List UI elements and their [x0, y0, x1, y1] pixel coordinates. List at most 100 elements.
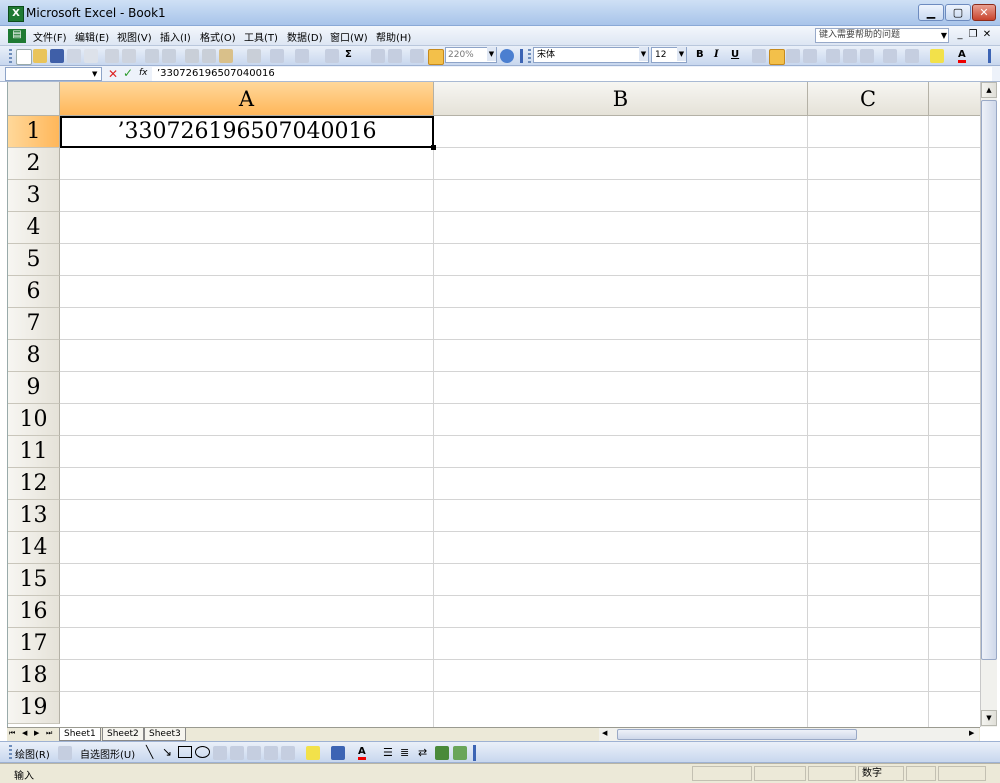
scroll-up-icon[interactable]: ▲: [981, 82, 997, 98]
name-box[interactable]: [5, 67, 102, 81]
zoom-dropdown-icon[interactable]: ▼: [487, 47, 496, 61]
formula-input[interactable]: ’330726196507040016: [152, 67, 992, 81]
menu-file[interactable]: 文件(F): [33, 29, 67, 44]
menu-insert[interactable]: 插入(I): [160, 29, 191, 44]
3d-style-icon[interactable]: [453, 746, 467, 760]
merge-center-icon[interactable]: [803, 49, 817, 63]
permission-icon[interactable]: [67, 49, 81, 63]
column-header-a[interactable]: A: [60, 82, 434, 116]
help-search-input[interactable]: 键入需要帮助的问题: [815, 28, 949, 43]
new-icon[interactable]: [16, 49, 32, 65]
close-button[interactable]: ✕: [972, 4, 996, 21]
scroll-left-icon[interactable]: ◀: [602, 729, 607, 737]
row-header-18[interactable]: 18: [8, 660, 60, 692]
arrow-tool-icon[interactable]: ↘: [162, 745, 172, 759]
menu-data[interactable]: 数据(D): [287, 29, 323, 44]
sheet-tab-3[interactable]: Sheet3: [144, 728, 186, 741]
row-header-3[interactable]: 3: [8, 180, 60, 212]
prev-sheet-icon[interactable]: ◀: [22, 729, 27, 737]
row-header-4[interactable]: 4: [8, 212, 60, 244]
menu-format[interactable]: 格式(O): [200, 29, 236, 44]
next-sheet-icon[interactable]: ▶: [34, 729, 39, 737]
last-sheet-icon[interactable]: ⏭: [46, 729, 52, 738]
row-header-11[interactable]: 11: [8, 436, 60, 468]
research-icon[interactable]: [162, 49, 176, 63]
horizontal-scroll-thumb[interactable]: [617, 729, 857, 740]
menu-view[interactable]: 视图(V): [117, 29, 152, 44]
align-center-icon[interactable]: [769, 49, 785, 65]
format-painter-icon[interactable]: [247, 49, 261, 63]
insert-function-icon[interactable]: fx: [139, 68, 148, 78]
row-header-14[interactable]: 14: [8, 532, 60, 564]
print-preview-icon[interactable]: [122, 49, 136, 63]
font-name-select[interactable]: 宋体: [533, 47, 649, 63]
vertical-scrollbar[interactable]: ▲ ▼: [980, 82, 997, 727]
font-name-dropdown-icon[interactable]: ▼: [639, 47, 648, 61]
spelling-icon[interactable]: [145, 49, 159, 63]
rectangle-tool-icon[interactable]: [178, 746, 192, 758]
dash-style-icon[interactable]: ≣: [400, 746, 409, 759]
autoshapes-menu-button[interactable]: 自选图形(U): [80, 746, 135, 761]
menu-help[interactable]: 帮助(H): [376, 29, 411, 44]
row-header-5[interactable]: 5: [8, 244, 60, 276]
cell-a1[interactable]: ’330726196507040016: [60, 116, 434, 148]
row-header-6[interactable]: 6: [8, 276, 60, 308]
excel-app-icon[interactable]: X: [8, 6, 24, 22]
sort-descending-icon[interactable]: [388, 49, 402, 63]
help-dropdown-icon[interactable]: ▼: [939, 28, 949, 43]
help-icon[interactable]: [500, 49, 514, 63]
format-toolbar-grip-icon[interactable]: [528, 49, 531, 63]
column-header-c[interactable]: C: [808, 82, 929, 116]
drawing-toggle-icon[interactable]: [428, 49, 444, 65]
comma-style-icon[interactable]: [860, 49, 874, 63]
currency-icon[interactable]: [826, 49, 840, 63]
wordart-icon[interactable]: [247, 746, 261, 760]
align-right-icon[interactable]: [786, 49, 800, 63]
select-objects-icon[interactable]: [58, 746, 72, 760]
print-icon[interactable]: [105, 49, 119, 63]
diagram-icon[interactable]: [264, 746, 278, 760]
enter-entry-icon[interactable]: ✓: [123, 66, 133, 80]
font-color-icon[interactable]: A: [958, 49, 966, 63]
cancel-entry-icon[interactable]: ✕: [108, 67, 118, 81]
horizontal-scrollbar[interactable]: ◀ ▶: [599, 728, 979, 741]
mail-icon[interactable]: [84, 49, 98, 63]
line-style-icon[interactable]: ☰: [383, 746, 393, 759]
scroll-down-icon[interactable]: ▼: [981, 710, 997, 726]
toolbar-options-icon[interactable]: [520, 49, 523, 63]
line-tool-icon[interactable]: ╲: [146, 745, 153, 759]
row-header-12[interactable]: 12: [8, 468, 60, 500]
minimize-button[interactable]: ▁: [918, 4, 944, 21]
row-header-2[interactable]: 2: [8, 148, 60, 180]
row-header-17[interactable]: 17: [8, 628, 60, 660]
bold-button[interactable]: B: [696, 49, 704, 60]
row-header-9[interactable]: 9: [8, 372, 60, 404]
chart-wizard-icon[interactable]: [410, 49, 424, 63]
drawing-toolbar-options-icon[interactable]: [473, 745, 476, 761]
cut-icon[interactable]: [185, 49, 199, 63]
format-toolbar-options-icon[interactable]: [988, 49, 991, 63]
open-icon[interactable]: [33, 49, 47, 63]
copy-icon[interactable]: [202, 49, 216, 63]
fill-handle[interactable]: [431, 145, 436, 150]
sheet-tab-1[interactable]: Sheet1: [59, 728, 101, 741]
workbook-close-icon[interactable]: ✕: [980, 29, 994, 40]
select-all-corner[interactable]: [8, 82, 60, 116]
vertical-scroll-thumb[interactable]: [981, 100, 997, 660]
menu-edit[interactable]: 编辑(E): [75, 29, 109, 44]
borders-icon[interactable]: [905, 49, 919, 63]
sheet-tab-2[interactable]: Sheet2: [102, 728, 144, 741]
oval-tool-icon[interactable]: [195, 746, 210, 758]
first-sheet-icon[interactable]: ⏮: [9, 729, 15, 738]
shadow-style-icon[interactable]: [435, 746, 449, 760]
arrow-style-icon[interactable]: ⇄: [418, 746, 427, 759]
drawing-toolbar-grip-icon[interactable]: [9, 745, 12, 759]
underline-button[interactable]: U: [731, 49, 739, 60]
name-box-dropdown-icon[interactable]: ▼: [92, 67, 97, 81]
redo-icon[interactable]: [295, 49, 309, 63]
row-header-8[interactable]: 8: [8, 340, 60, 372]
autosum-icon[interactable]: Σ: [345, 49, 352, 60]
row-header-1[interactable]: 1: [8, 116, 60, 148]
textbox-icon[interactable]: [213, 746, 227, 760]
line-color-icon[interactable]: [331, 746, 345, 760]
